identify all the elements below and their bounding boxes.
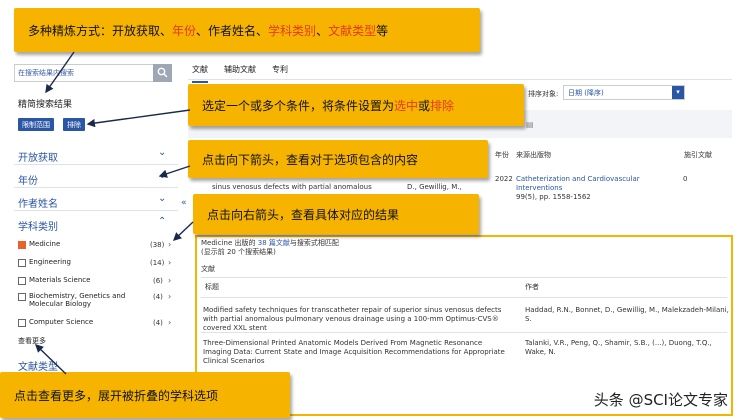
arrow-to-see-more [34, 344, 67, 375]
watermark: 头条 @SCI论文专家 [593, 391, 728, 409]
arrow-to-buttons [86, 109, 191, 128]
arrow-to-chevron [158, 165, 191, 178]
arrow-to-right-chevron [172, 221, 194, 241]
callout-arrows [34, 51, 194, 375]
arrow-to-refine [45, 51, 75, 94]
